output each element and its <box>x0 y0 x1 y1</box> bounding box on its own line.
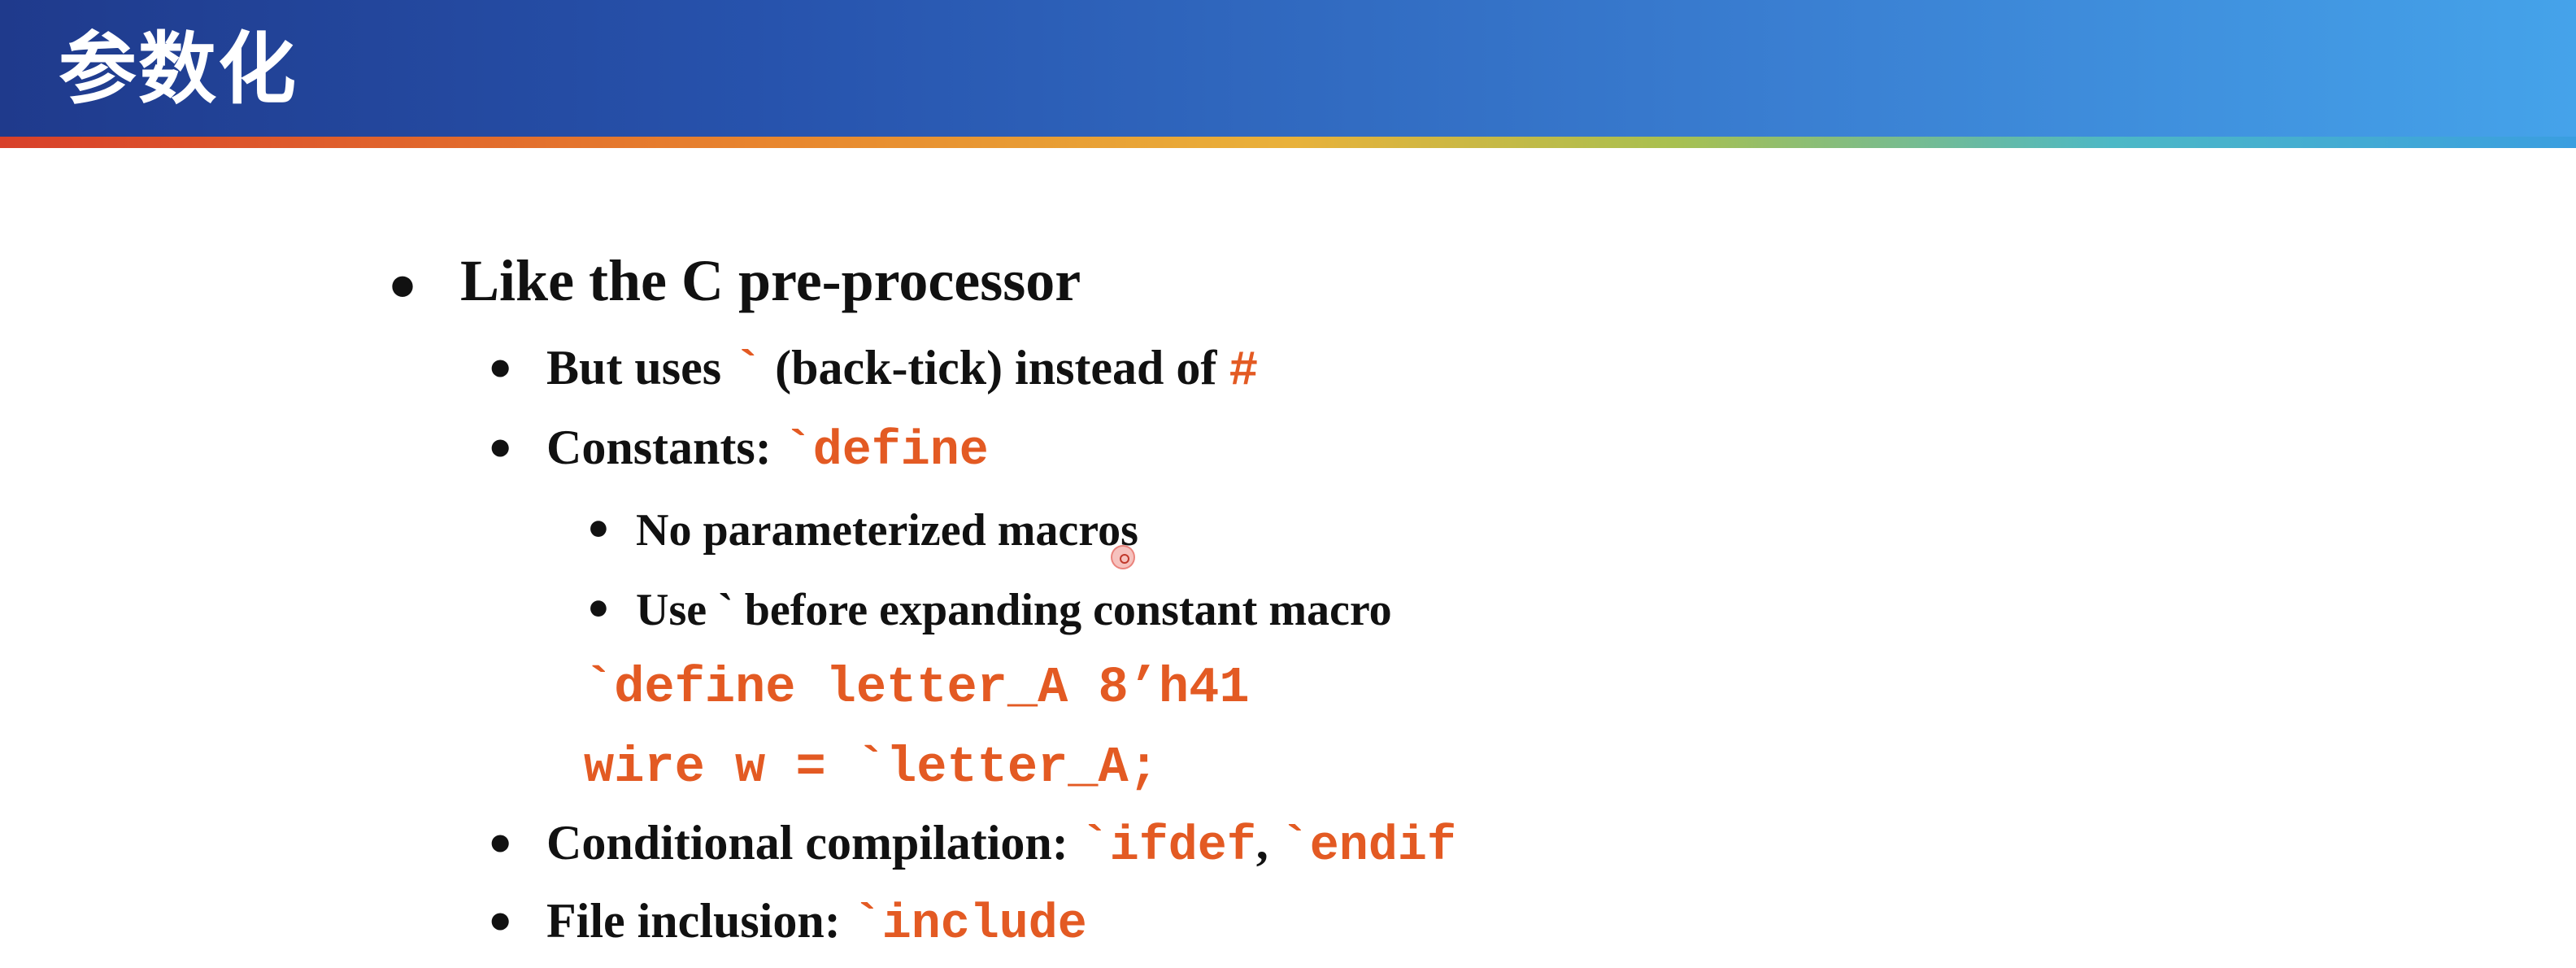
code-include: `include <box>852 897 1087 953</box>
hash-glyph: # <box>1229 344 1259 399</box>
bullet-like-c-preprocessor: Like the C pre-processor <box>460 247 1081 315</box>
bullet-text: Use ` before expanding constant macro <box>636 585 1392 635</box>
bullet-separator: , <box>1255 816 1281 870</box>
code-endif: `endif <box>1280 819 1456 874</box>
bullet-backtick: But uses ` (back-tick) instead of # <box>546 340 1258 399</box>
bullet-marker: • <box>485 817 516 874</box>
cursor-pointer-icon <box>1111 545 1135 569</box>
bullet-constants: Constants: `define <box>546 420 989 479</box>
code-line-define: `define letter_A 8’h41 <box>584 659 1250 717</box>
bullet-text: No parameterized macros <box>636 505 1138 556</box>
bullet-text: Like the C pre-processor <box>460 248 1081 313</box>
bullet-file-inclusion: File inclusion: `include <box>546 893 1087 953</box>
backtick-glyph: ` <box>733 344 764 399</box>
bullet-text: But uses <box>546 341 734 395</box>
bullet-text: Constants: <box>546 421 784 474</box>
slide-header: 参数化 <box>0 0 2576 137</box>
bullet-conditional-compilation: Conditional compilation: `ifdef, `endif <box>546 815 1456 874</box>
bullet-marker: • <box>485 895 516 952</box>
code-define: `define <box>783 424 989 479</box>
code-ifdef: `ifdef <box>1080 819 1256 874</box>
bullet-marker: • <box>485 342 516 399</box>
bullet-no-parameterized-macros: No parameterized macros <box>636 504 1138 556</box>
bullet-marker: • <box>584 584 613 637</box>
bullet-use-backtick: Use ` before expanding constant macro <box>636 584 1392 636</box>
bullet-text: File inclusion: <box>546 894 853 948</box>
code-line-wire: wire w = `letter_A; <box>584 739 1159 796</box>
header-accent-line <box>0 137 2576 148</box>
bullet-marker: • <box>485 421 516 478</box>
bullet-text: (back-tick) instead of <box>763 341 1229 395</box>
slide-title: 参数化 <box>59 24 298 115</box>
bullet-marker: • <box>584 504 613 557</box>
bullet-marker: • <box>384 254 422 322</box>
bullet-text: Conditional compilation: <box>546 816 1081 870</box>
